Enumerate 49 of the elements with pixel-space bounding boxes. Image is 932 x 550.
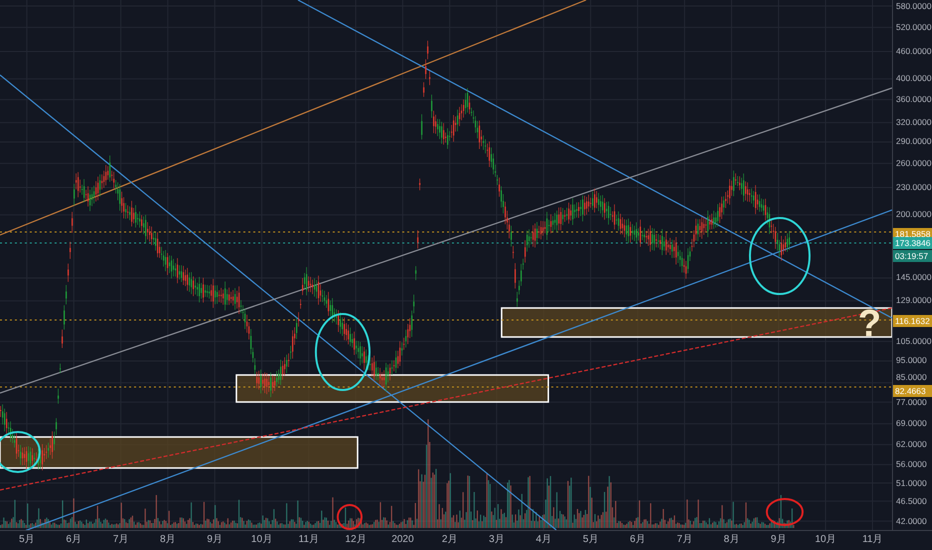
time-axis-label: 6月 xyxy=(630,534,646,546)
time-axis-label: 8月 xyxy=(724,534,740,546)
price-axis-label: 95.0000 xyxy=(896,355,927,366)
price-axis-label: 520.0000 xyxy=(896,22,932,33)
time-axis-label: 11月 xyxy=(298,534,319,546)
price-axis-label: 230.0000 xyxy=(896,182,932,193)
price-tag: 173.3846 xyxy=(893,236,932,249)
time-axis-label: 2月 xyxy=(442,534,458,546)
circle-annotation xyxy=(766,498,804,526)
time-axis-label: 11月 xyxy=(862,534,883,546)
question-mark-text: ? xyxy=(858,302,882,346)
time-axis-label: 9月 xyxy=(770,534,786,546)
price-tag: 116.1632 xyxy=(893,315,932,328)
time-axis-label: 4月 xyxy=(536,534,552,546)
price-axis-label: 260.0000 xyxy=(896,158,932,169)
price-axis-label: 77.0000 xyxy=(896,396,927,408)
price-axis-label: 46.5000 xyxy=(896,496,927,507)
time-axis-label: 8月 xyxy=(160,534,176,546)
time-axis-label: 10月 xyxy=(814,534,836,546)
time-axis-label: 7月 xyxy=(676,534,692,546)
time-axis-label: 7月 xyxy=(113,534,129,546)
price-axis-label: 51.0000 xyxy=(896,478,927,488)
circle-annotation xyxy=(336,504,363,530)
price-axis-label: 320.0000 xyxy=(896,117,932,128)
time-axis-label: 10月 xyxy=(251,534,272,546)
price-axis-label: 200.0000 xyxy=(896,209,932,220)
time-axis-label: 6月 xyxy=(66,534,82,546)
time-axis-label: 5月 xyxy=(19,534,35,546)
price-axis-label: 580.0000 xyxy=(896,0,932,12)
price-tag: 82.4663 xyxy=(893,384,932,397)
price-axis-label: 400.0000 xyxy=(896,73,932,84)
time-axis-label: 3月 xyxy=(488,534,504,546)
time-axis-label: 2020 xyxy=(392,534,414,546)
price-axis-label: 145.0000 xyxy=(896,272,932,284)
countdown-tag: 03:19:57 xyxy=(893,250,932,262)
price-axis-label: 460.0000 xyxy=(896,46,932,57)
price-axis-label: 42.0000 xyxy=(896,516,927,527)
price-axis-label: 69.0000 xyxy=(896,418,927,430)
price-axis-label: 290.0000 xyxy=(896,136,932,148)
price-axis-label: 360.0000 xyxy=(896,94,932,106)
price-axis-label: 56.0000 xyxy=(896,459,927,470)
time-axis-label: 5月 xyxy=(582,534,598,546)
price-axis-label: 129.0000 xyxy=(896,295,932,306)
price-axis-label: 62.0000 xyxy=(896,439,927,450)
price-axis-label: 105.0000 xyxy=(896,336,932,347)
price-axis-label: 85.0000 xyxy=(896,372,927,384)
circle-annotation xyxy=(0,431,41,473)
time-axis-label: 12月 xyxy=(345,534,366,546)
time-axis-label: 9月 xyxy=(206,534,223,546)
